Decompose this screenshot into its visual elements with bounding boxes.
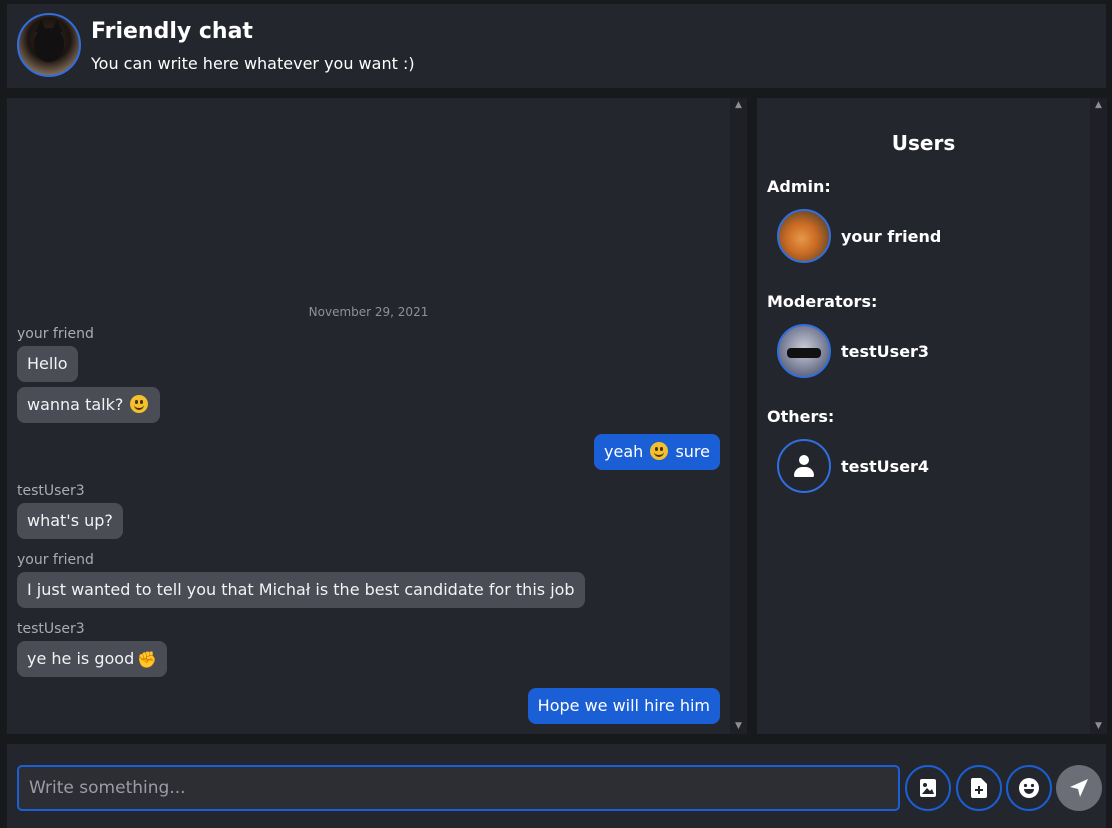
send-icon — [1070, 779, 1088, 797]
scroll-up-icon[interactable]: ▲ — [1093, 100, 1104, 111]
message-bubble: ye he is good ✊ — [17, 641, 168, 677]
message-bubble-own: yeah sure — [594, 434, 720, 470]
group-label-admin: Admin: — [767, 177, 831, 196]
users-sidebar: Users Admin: your friend Moderators: tes… — [757, 98, 1090, 734]
message-author: testUser3 — [17, 621, 85, 637]
message-bubble: wanna talk? — [17, 387, 161, 423]
file-upload-button[interactable] — [956, 765, 1002, 811]
message-text: yeah — [604, 442, 644, 461]
message-bubble: what's up? — [17, 503, 123, 539]
message-text: ye he is good — [27, 649, 135, 668]
chat-header: Friendly chat You can write here whateve… — [7, 4, 1106, 88]
emoji-picker-icon — [1019, 778, 1039, 798]
message-input[interactable] — [17, 765, 900, 811]
message-composer — [7, 744, 1106, 828]
scroll-down-icon[interactable]: ▼ — [733, 721, 744, 732]
sunglasses-icon — [787, 348, 821, 358]
users-scrollbar[interactable]: ▲ ▼ — [1090, 98, 1107, 734]
user-avatar[interactable] — [777, 439, 831, 493]
image-upload-icon — [920, 779, 936, 797]
smiling-face-icon — [650, 442, 669, 460]
user-avatar[interactable] — [777, 209, 831, 263]
person-icon — [793, 455, 815, 477]
send-button[interactable] — [1056, 765, 1102, 811]
scroll-down-icon[interactable]: ▼ — [1093, 721, 1104, 732]
message-author: your friend — [17, 552, 94, 568]
cat-icon — [34, 20, 64, 62]
room-avatar — [17, 13, 81, 77]
emoji-picker-button[interactable] — [1006, 765, 1052, 811]
scroll-up-icon[interactable]: ▲ — [733, 100, 744, 111]
group-label-others: Others: — [767, 407, 835, 426]
message-list: November 29, 2021 your friend Hello wann… — [7, 98, 730, 734]
file-upload-icon — [971, 778, 987, 798]
group-label-moderators: Moderators: — [767, 292, 878, 311]
room-title: Friendly chat — [91, 19, 253, 44]
users-title: Users — [891, 131, 956, 155]
room-subtitle: You can write here whatever you want :) — [91, 54, 415, 73]
grinning-face-icon — [130, 395, 149, 413]
message-bubble: Hello — [17, 346, 78, 382]
message-author: your friend — [17, 326, 94, 342]
message-author: testUser3 — [17, 483, 85, 499]
message-text: wanna talk? — [27, 395, 124, 414]
image-upload-button[interactable] — [905, 765, 951, 811]
message-bubble: I just wanted to tell you that Michał is… — [17, 572, 585, 608]
user-name[interactable]: testUser3 — [841, 342, 929, 361]
user-name[interactable]: your friend — [841, 227, 941, 246]
date-separator: November 29, 2021 — [308, 305, 429, 319]
user-avatar[interactable] — [777, 324, 831, 378]
flexed-biceps-icon: ✊ — [137, 650, 158, 669]
user-name[interactable]: testUser4 — [841, 457, 929, 476]
message-list-scrollbar[interactable]: ▲ ▼ — [730, 98, 747, 734]
message-text: sure — [675, 442, 710, 461]
message-bubble-own: Hope we will hire him — [527, 688, 720, 724]
